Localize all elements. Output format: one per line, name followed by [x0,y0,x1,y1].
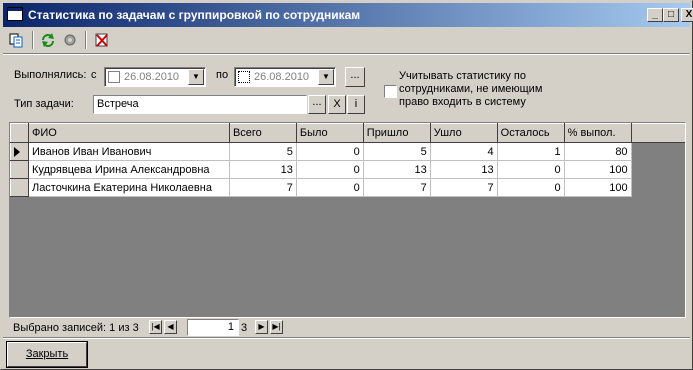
task-type-select-button[interactable]: ... [308,95,326,114]
cell-was[interactable]: 0 [296,142,364,161]
row-indicator-header [10,123,29,143]
close-window-button[interactable]: X [681,8,693,22]
task-type-clear-button[interactable]: X [328,95,346,114]
date-range-button[interactable]: ... [345,67,365,87]
include-nonlogin-checkbox[interactable] [384,85,397,98]
task-type-info-button[interactable]: i [347,95,365,114]
toolbar-divider [3,53,690,55]
col-header-was[interactable]: Было [295,123,364,143]
prev-record-icon[interactable]: ◀ [164,320,177,334]
title-bar[interactable]: Статистика по задачам с группировкой по … [3,3,693,27]
chevron-down-icon[interactable]: ▼ [318,69,334,85]
include-nonlogin-label: Учитывать статистику по сотрудниками, не… [399,70,542,109]
cell-was[interactable]: 0 [296,178,364,197]
cell-pct[interactable]: 100 [564,178,632,197]
col-header-came[interactable]: Пришло [362,123,431,143]
cell-remain[interactable]: 0 [497,160,565,179]
to-label: по [216,69,229,81]
task-type-label: Тип задачи: [14,98,74,110]
cell-came[interactable]: 7 [363,178,431,197]
table-row[interactable]: Кудрявцева Ирина Александровна 13 0 13 1… [10,160,685,179]
checkbox-label-line: право входить в систему [399,96,526,108]
date-from-value: 26.08.2010 [124,71,180,83]
cell-remain[interactable]: 0 [497,178,565,197]
table-header-row: ФИО Всего Было Пришло Ушло Осталось % вы… [10,123,685,143]
cell-pct[interactable]: 80 [564,142,632,161]
close-button-label: Закрыть [25,348,69,360]
window-title: Статистика по задачам с группировкой по … [28,8,361,22]
statistics-table: ФИО Всего Было Пришло Ушло Осталось % вы… [10,123,685,197]
cell-left[interactable]: 13 [430,160,498,179]
minimize-button[interactable]: _ [647,8,663,22]
current-row-icon [14,146,20,157]
toolbar-separator [32,31,34,49]
page-number-value: 1 [227,321,234,333]
settings-icon[interactable] [59,29,81,51]
date-to-picker[interactable]: 26.08.2010 ▼ [234,67,336,87]
table-row[interactable]: Ласточкина Екатерина Николаевна 7 0 7 7 … [10,178,685,197]
selected-records-label: Выбрано записей: 1 из 3 [13,322,139,334]
filler-cell [631,160,685,179]
navigation-bar: Выбрано записей: 1 из 3 |◀ ◀ 1 3 ▶ ▶| [9,318,686,338]
date-from-checkbox[interactable] [108,71,120,83]
cell-came[interactable]: 13 [363,160,431,179]
maximize-button[interactable]: □ [663,8,679,22]
total-pages-label: 3 [241,322,248,334]
checkbox-label-line: сотрудниками, не имеющим [399,83,543,95]
cell-remain[interactable]: 1 [497,142,565,161]
next-record-icon[interactable]: ▶ [255,320,268,334]
cell-left[interactable]: 4 [430,142,498,161]
executed-label: Выполнялись: [14,69,87,81]
cell-name[interactable]: Кудрявцева Ирина Александровна [28,160,230,179]
cell-left[interactable]: 7 [430,178,498,197]
filler-cell [631,142,685,161]
toolbar-separator [85,31,87,49]
statistics-grid[interactable]: ФИО Всего Было Пришло Ушло Осталось % вы… [9,122,686,318]
main-window: Статистика по задачам с группировкой по … [0,0,693,370]
cell-name[interactable]: Ласточкина Екатерина Николаевна [28,178,230,197]
refresh-icon[interactable] [37,29,59,51]
col-header-pct[interactable]: % выпол. [563,123,632,143]
footer-divider [3,337,690,339]
cell-was[interactable]: 0 [296,160,364,179]
col-header-name[interactable]: ФИО [27,123,230,143]
from-label: с [91,69,97,81]
table-row[interactable]: Иванов Иван Иванович 5 0 5 4 1 80 [10,142,685,161]
first-record-icon[interactable]: |◀ [149,320,162,334]
cell-came[interactable]: 5 [363,142,431,161]
task-type-value: Встреча [97,98,139,110]
col-header-total[interactable]: Всего [228,123,297,143]
page-number-field[interactable]: 1 [187,319,239,336]
cell-total[interactable]: 13 [229,160,297,179]
cell-pct[interactable]: 100 [564,160,632,179]
clear-filter-icon[interactable] [91,29,113,51]
chevron-down-icon[interactable]: ▼ [188,69,204,85]
last-record-icon[interactable]: ▶| [270,320,283,334]
copy-icon[interactable] [5,29,27,51]
row-indicator[interactable] [10,178,29,197]
col-header-remain[interactable]: Осталось [496,123,565,143]
window-icon [7,7,23,21]
date-from-picker[interactable]: 26.08.2010 ▼ [104,67,206,87]
date-to-checkbox[interactable] [238,71,250,83]
date-to-value: 26.08.2010 [254,71,310,83]
row-indicator[interactable] [10,142,29,161]
col-header-left[interactable]: Ушло [429,123,498,143]
toolbar [5,29,135,51]
cell-total[interactable]: 5 [229,142,297,161]
task-type-field[interactable]: Встреча [93,95,307,114]
filler-header [630,123,685,143]
cell-name[interactable]: Иванов Иван Иванович [28,142,230,161]
filler-cell [631,178,685,197]
close-button[interactable]: Закрыть [6,341,88,368]
cell-total[interactable]: 7 [229,178,297,197]
row-indicator[interactable] [10,160,29,179]
checkbox-label-line: Учитывать статистику по [399,70,526,82]
